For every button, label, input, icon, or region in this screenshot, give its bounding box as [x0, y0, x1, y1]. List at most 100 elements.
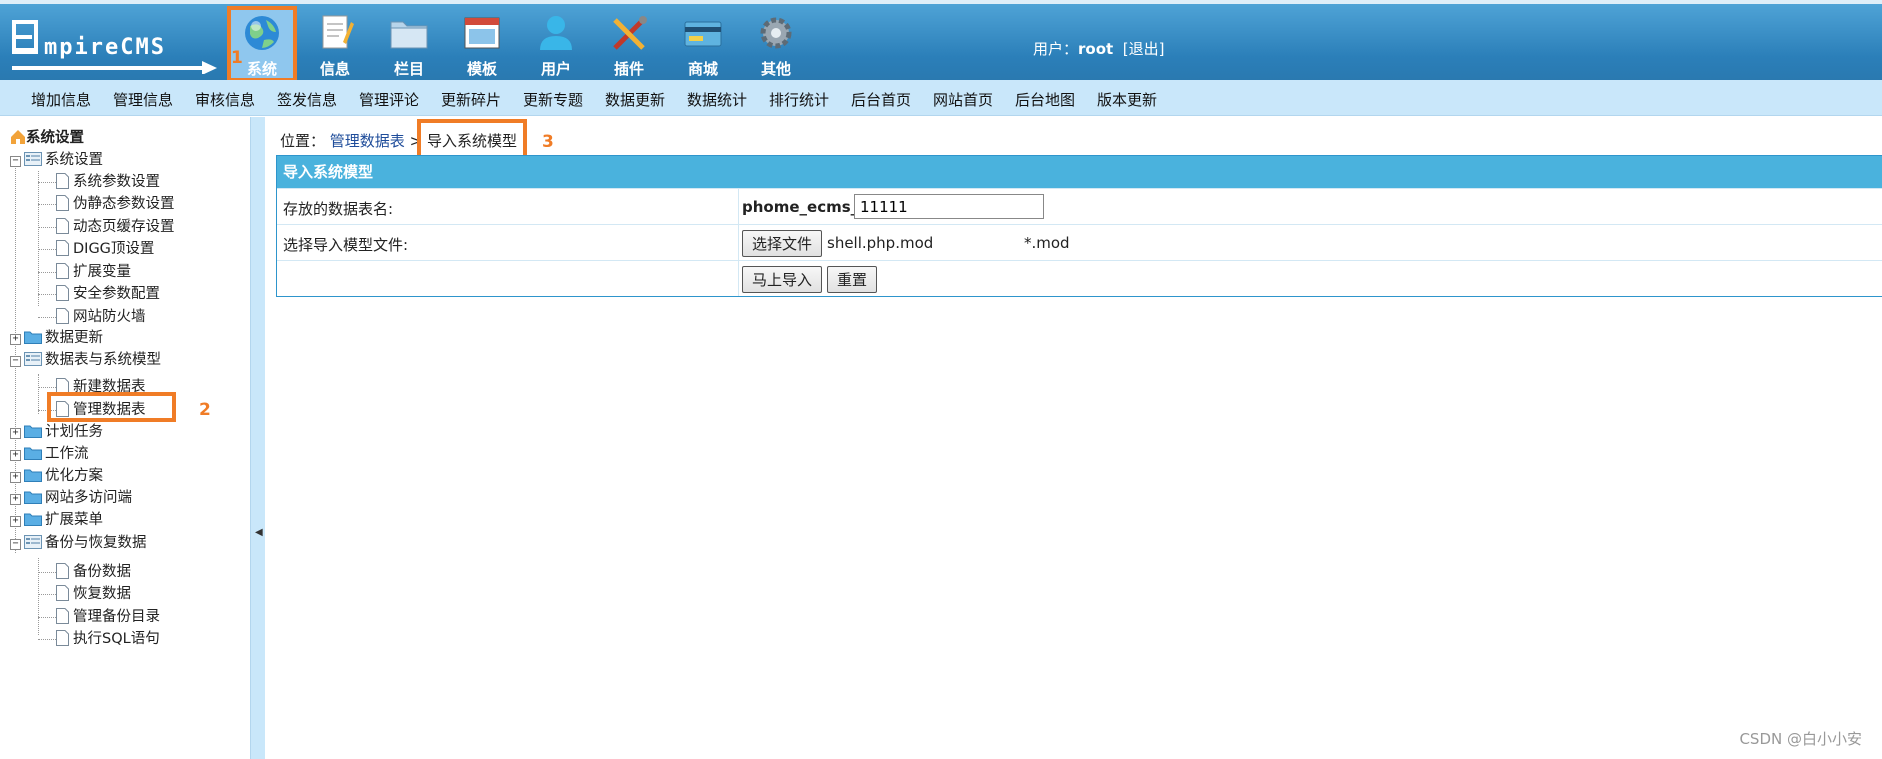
expand-icon[interactable]: + — [10, 516, 21, 527]
folder-icon — [24, 447, 42, 460]
tree-line — [38, 594, 56, 595]
breadcrumb-prefix: 位置： — [280, 132, 326, 150]
folder-icon — [24, 425, 42, 438]
menu-item-sign-info[interactable]: 签发信息 — [277, 89, 337, 110]
logout-link[interactable]: [退出] — [1123, 40, 1165, 58]
tree-item-firewall[interactable]: 网站防火墙 — [56, 306, 146, 328]
sidebar-tree: 系统设置 − 系统设置 系统参数设置 伪静态参数设置 动态页缓存设置 DIGG顶设… — [0, 117, 250, 759]
tree-item-sys-params[interactable]: 系统参数设置 — [56, 171, 160, 193]
breadcrumb-link-manage-tables[interactable]: 管理数据表 — [330, 132, 405, 150]
tree-node-label: 系统参数设置 — [73, 174, 160, 190]
nav-user[interactable]: 用户 — [523, 8, 589, 80]
file-type-hint: *.mod — [1024, 234, 1070, 252]
form-row-model-file: 选择导入模型文件: 选择文件 shell.php.mod *.mod — [277, 224, 1882, 260]
nav-info[interactable]: 信息 — [302, 8, 368, 80]
tree-node-label: 网站多访问端 — [45, 490, 132, 506]
collapse-icon[interactable]: − — [10, 539, 21, 550]
tree-line — [38, 272, 56, 273]
tree-item-restore-data[interactable]: 恢复数据 — [56, 583, 131, 605]
tree-folder-ext-menu[interactable]: + 扩展菜单 — [10, 509, 103, 531]
table-name-label: 存放的数据表名: — [283, 200, 394, 218]
document-icon — [56, 240, 69, 256]
nav-template[interactable]: 模板 — [449, 8, 515, 80]
tree-folder-backup[interactable]: − 备份与恢复数据 — [10, 532, 147, 554]
menu-item-site-home[interactable]: 网站首页 — [933, 89, 993, 110]
document-icon — [56, 218, 69, 234]
tree-node-label: 安全参数配置 — [73, 286, 160, 302]
expand-icon[interactable]: + — [10, 428, 21, 439]
tree-item-pseudo-static[interactable]: 伪静态参数设置 — [56, 193, 175, 215]
tree-node-label: 数据表与系统模型 — [45, 352, 161, 368]
menu-item-data-stats[interactable]: 数据统计 — [687, 89, 747, 110]
import-now-button[interactable]: 马上导入 — [742, 266, 823, 293]
nav-shop[interactable]: 商城 — [670, 8, 736, 80]
tree-item-dynamic-cache[interactable]: 动态页缓存设置 — [56, 216, 175, 238]
menu-item-data-update[interactable]: 数据更新 — [605, 89, 665, 110]
collapse-icon[interactable]: − — [10, 156, 21, 167]
globe-icon — [245, 16, 279, 50]
tree-folder-multi-access[interactable]: + 网站多访问端 — [10, 487, 132, 509]
menu-item-version-update[interactable]: 版本更新 — [1097, 89, 1157, 110]
expand-icon[interactable]: + — [10, 334, 21, 345]
tree-item-backup-data[interactable]: 备份数据 — [56, 561, 131, 583]
tree-item-run-sql[interactable]: 执行SQL语句 — [56, 628, 160, 650]
document-icon — [56, 563, 69, 579]
tree-node-label: 管理备份目录 — [73, 609, 160, 625]
menu-item-add-info[interactable]: 增加信息 — [31, 89, 91, 110]
nav-system[interactable]: 系统 — [227, 6, 297, 82]
menu-item-review-info[interactable]: 审核信息 — [195, 89, 255, 110]
menu-item-admin-home[interactable]: 后台首页 — [851, 89, 911, 110]
tree-line — [38, 249, 56, 250]
annotation-3: 3 — [542, 132, 554, 152]
window-icon — [464, 17, 500, 49]
choose-file-button[interactable]: 选择文件 — [742, 230, 823, 257]
tree-folder-data-update[interactable]: + 数据更新 — [10, 327, 103, 349]
tree-folder-tables-models[interactable]: − 数据表与系统模型 — [10, 349, 161, 371]
menu-item-admin-map[interactable]: 后台地图 — [1015, 89, 1075, 110]
tree-item-security[interactable]: 安全参数配置 — [56, 283, 160, 305]
nav-column[interactable]: 栏目 — [376, 8, 442, 80]
tree-item-ext-vars[interactable]: 扩展变量 — [56, 261, 131, 283]
tree-node-label: 优化方案 — [45, 468, 103, 484]
tree-folder-system-settings[interactable]: − 系统设置 — [10, 149, 103, 171]
collapse-icon[interactable]: − — [10, 356, 21, 367]
nav-label: 信息 — [319, 60, 350, 78]
reset-button[interactable]: 重置 — [827, 266, 878, 293]
menu-item-manage-info[interactable]: 管理信息 — [113, 89, 173, 110]
tree-node-label: 备份数据 — [73, 564, 131, 580]
menu-item-comments[interactable]: 管理评论 — [359, 89, 419, 110]
tree-line — [38, 317, 56, 318]
collapse-arrow-icon[interactable]: ◀ — [255, 527, 263, 538]
expand-icon[interactable]: + — [10, 450, 21, 461]
tree-folder-scheduled-tasks[interactable]: + 计划任务 — [10, 421, 103, 443]
user-info: 用户：root [退出] — [1033, 38, 1164, 59]
form-row-actions: 马上导入 重置 — [277, 260, 1882, 296]
nav-label: 商城 — [687, 60, 718, 78]
empirecms-logo[interactable]: mpireCMS — [12, 14, 217, 74]
nav-label: 插件 — [613, 60, 644, 78]
annotation-1: 1 — [231, 48, 243, 68]
notepad-icon — [322, 15, 354, 49]
tree-folder-optimization[interactable]: + 优化方案 — [10, 465, 103, 487]
tree-node-label: DIGG顶设置 — [73, 241, 155, 257]
tree-line — [38, 204, 56, 205]
table-name-cell: phome_ecms_ — [738, 189, 1882, 224]
tree-item-digg[interactable]: DIGG顶设置 — [56, 238, 154, 260]
tree-folder-workflow[interactable]: + 工作流 — [10, 443, 89, 465]
menu-item-rank-stats[interactable]: 排行统计 — [769, 89, 829, 110]
document-icon — [56, 173, 69, 189]
expand-icon[interactable]: + — [10, 494, 21, 505]
menu-item-update-fragments[interactable]: 更新碎片 — [441, 89, 501, 110]
folder-icon — [24, 331, 42, 344]
tree-root-label: 系统设置 — [26, 130, 84, 146]
nav-other[interactable]: 其他 — [743, 8, 809, 80]
sidebar-splitter[interactable]: ◀ — [250, 117, 265, 759]
tree-item-backup-dirs[interactable]: 管理备份目录 — [56, 606, 160, 628]
top-banner: mpireCMS 系统 信息 栏目 模板 用户 插件 商城 其他 1 用户：ro… — [0, 0, 1882, 82]
nav-plugin[interactable]: 插件 — [596, 8, 662, 80]
menu-item-update-topics[interactable]: 更新专题 — [523, 89, 583, 110]
expand-icon[interactable]: + — [10, 472, 21, 483]
table-name-input[interactable] — [854, 194, 1044, 219]
user-icon — [540, 16, 572, 50]
highlight-box — [417, 119, 527, 159]
